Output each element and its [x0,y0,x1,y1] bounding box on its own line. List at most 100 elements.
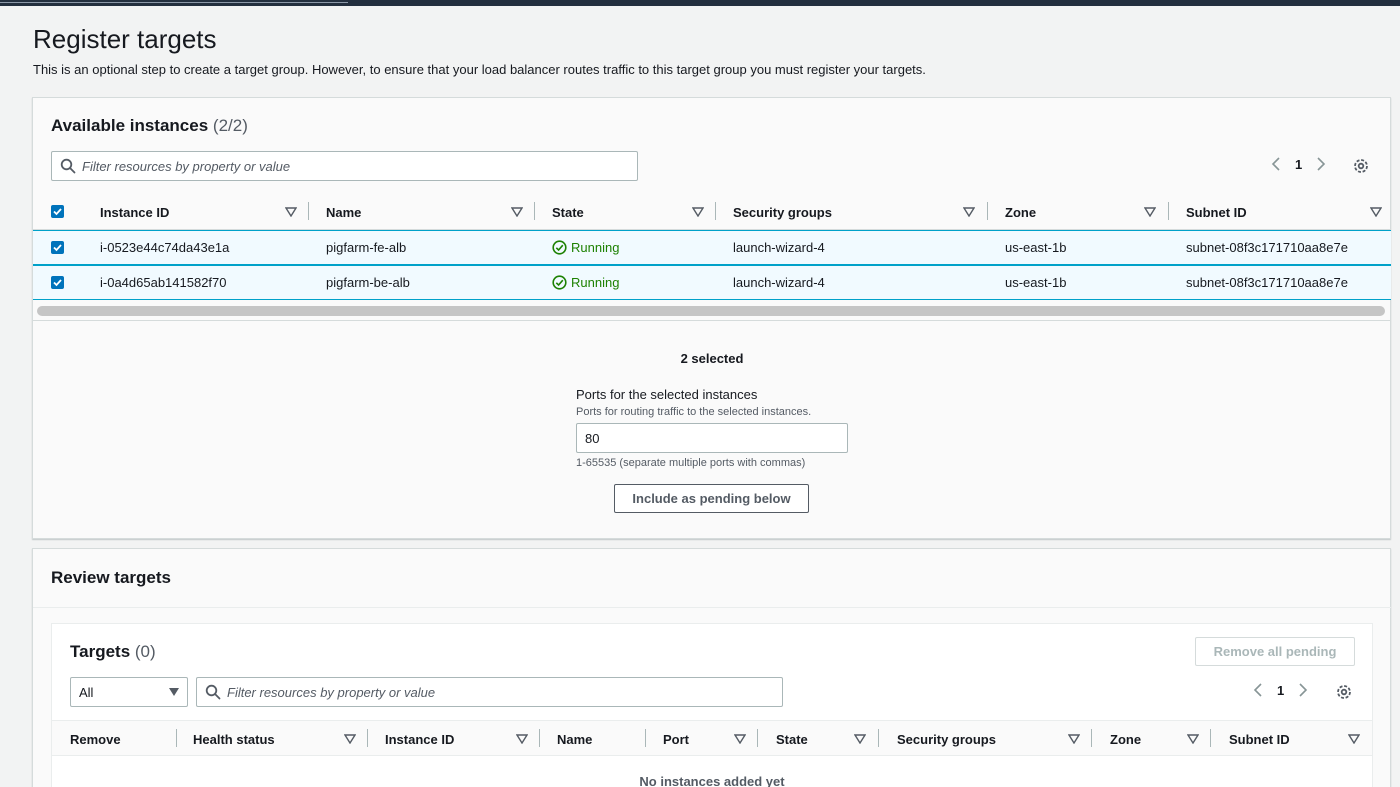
cell-instance-id: i-0a4d65ab141582f70 [100,275,227,290]
table-row[interactable]: i-0a4d65ab141582f70 pigfarm-be-alb Runni… [33,265,1391,300]
cell-zone: us-east-1b [1005,275,1067,290]
sort-caret-icon[interactable] [1348,734,1360,744]
ports-description: Ports for routing traffic to the selecte… [576,406,812,418]
targets-heading: Targets [70,642,131,661]
targets-title: Targets (0) [70,642,156,662]
cell-security-groups: launch-wizard-4 [733,275,825,290]
column-header-port[interactable]: Port [663,721,689,757]
targets-filter-select[interactable]: All [70,677,188,707]
column-header-state[interactable]: State [776,721,808,757]
select-value: All [79,684,94,700]
settings-gear-icon[interactable] [1335,683,1353,701]
checkmark-icon [53,244,62,252]
settings-gear-icon[interactable] [1352,157,1370,175]
column-separator[interactable] [987,202,988,220]
caret-down-icon [169,688,179,696]
cell-state: Running [552,231,619,264]
column-separator[interactable] [1091,729,1092,747]
remove-all-pending-button[interactable]: Remove all pending [1195,637,1355,666]
row-checkbox[interactable] [51,276,64,289]
sort-caret-icon[interactable] [516,734,528,744]
column-separator[interactable] [645,729,646,747]
ports-input[interactable]: 80 [576,423,848,453]
sort-caret-icon[interactable] [285,207,297,217]
ports-constraint-hint: 1-65535 (separate multiple ports with co… [576,457,806,469]
row-checkbox[interactable] [51,241,64,254]
sort-caret-icon[interactable] [692,207,704,217]
sort-caret-icon[interactable] [1068,734,1080,744]
chevron-right-icon[interactable] [1314,156,1328,172]
column-header-zone[interactable]: Zone [1110,721,1141,757]
column-separator[interactable] [715,202,716,220]
browser-tab-indicator [0,0,348,3]
sort-caret-icon[interactable] [511,207,523,217]
column-header-name[interactable]: Name [557,721,592,757]
sort-caret-icon[interactable] [344,734,356,744]
available-instances-heading: Available instances [51,116,209,135]
column-separator[interactable] [1168,202,1169,220]
column-separator[interactable] [1210,729,1211,747]
checkmark-icon [53,208,62,216]
sort-caret-icon[interactable] [1370,207,1382,217]
sort-caret-icon[interactable] [734,734,746,744]
state-label: Running [571,240,620,255]
targets-pagination: 1 [1251,682,1310,698]
table-row[interactable]: i-0523e44c74da43e1a pigfarm-fe-alb Runni… [33,230,1391,265]
column-header-state[interactable]: State [552,194,584,230]
checkmark-icon [53,279,62,287]
search-icon [60,158,76,174]
column-header-security-groups[interactable]: Security groups [733,194,832,230]
column-separator[interactable] [367,729,368,747]
ports-label: Ports for the selected instances [576,387,758,402]
column-separator[interactable] [534,202,535,220]
sort-caret-icon[interactable] [1187,734,1199,744]
top-navigation-bar [0,0,1400,6]
cell-instance-id: i-0523e44c74da43e1a [100,240,230,255]
targets-count: (0) [134,642,156,661]
column-separator[interactable] [539,729,540,747]
empty-state-text: No instances added yet [639,774,785,787]
current-page-number[interactable]: 1 [1295,157,1302,172]
column-header-subnet-id[interactable]: Subnet ID [1186,194,1247,230]
available-pagination: 1 [1269,156,1328,172]
column-header-security-groups[interactable]: Security groups [897,721,996,757]
column-header-zone[interactable]: Zone [1005,194,1036,230]
column-header-health-status[interactable]: Health status [193,721,275,757]
column-separator[interactable] [176,729,177,747]
cell-name: pigfarm-fe-alb [326,240,407,255]
sort-caret-icon[interactable] [854,734,866,744]
page-title: Register targets [33,24,217,54]
column-separator[interactable] [878,729,879,747]
sort-caret-icon[interactable] [1144,207,1156,217]
column-header-name[interactable]: Name [326,194,361,230]
sort-caret-icon[interactable] [963,207,975,217]
available-instances-panel: Available instances (2/2) Filter resourc… [32,97,1391,539]
cell-zone: us-east-1b [1005,240,1067,255]
cell-state: Running [552,266,619,299]
targets-filter-input[interactable]: Filter resources by property or value [196,677,783,707]
status-success-icon [552,275,567,290]
divider [33,607,1391,608]
targets-container: Targets (0) Remove all pending All Filte… [51,623,1373,787]
column-header-subnet-id[interactable]: Subnet ID [1229,721,1290,757]
column-separator[interactable] [308,202,309,220]
horizontal-scrollbar[interactable] [37,306,1385,316]
available-filter-input[interactable]: Filter resources by property or value [51,151,638,181]
available-instances-count: (2/2) [212,116,248,135]
include-as-pending-button[interactable]: Include as pending below [614,484,809,513]
selected-count: 2 selected [680,351,744,366]
status-success-icon [552,240,567,255]
select-all-checkbox[interactable] [51,205,64,218]
chevron-left-icon[interactable] [1269,156,1283,172]
chevron-right-icon[interactable] [1296,682,1310,698]
available-table-header: Instance ID Name State Security groups Z… [33,194,1391,230]
chevron-left-icon[interactable] [1251,682,1265,698]
current-page-number[interactable]: 1 [1277,683,1284,698]
review-targets-panel: Review targets Targets (0) Remove all pe… [32,548,1391,787]
column-header-instance-id[interactable]: Instance ID [100,194,169,230]
state-label: Running [571,275,620,290]
column-separator[interactable] [757,729,758,747]
filter-placeholder: Filter resources by property or value [227,684,436,700]
column-header-instance-id[interactable]: Instance ID [385,721,454,757]
cell-name: pigfarm-be-alb [326,275,410,290]
